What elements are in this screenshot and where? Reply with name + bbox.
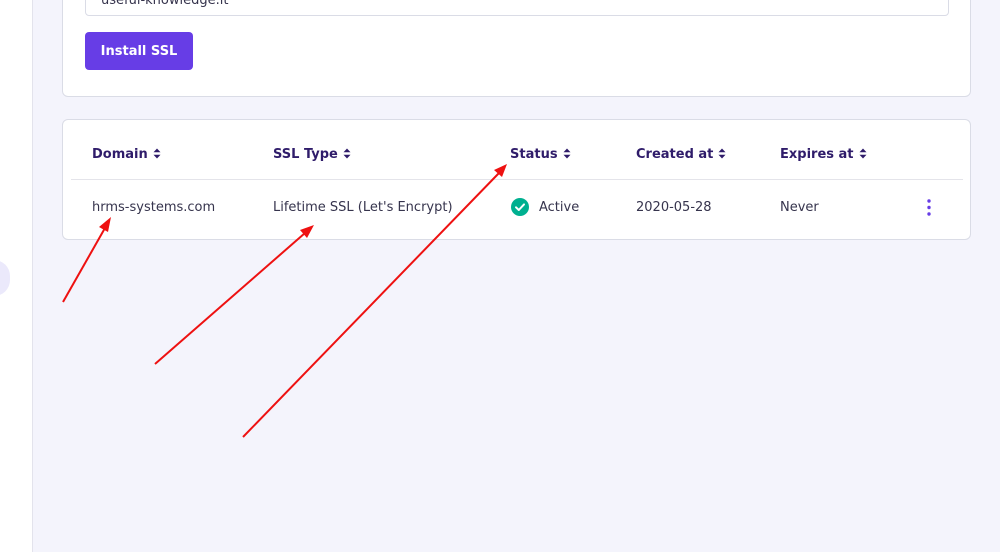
- domain-select-value: useful-knowledge.it: [101, 0, 229, 8]
- sidebar-active-indicator[interactable]: [0, 260, 10, 296]
- column-header-label: Expires at: [780, 147, 854, 162]
- column-header-label: Status: [510, 147, 558, 162]
- domain-select-field[interactable]: useful-knowledge.it: [85, 0, 949, 16]
- sort-arrows-icon: [563, 148, 571, 159]
- column-header-ssl-type[interactable]: SSL Type: [273, 147, 351, 162]
- sort-arrows-icon: [153, 148, 161, 159]
- column-header-label: Domain: [92, 147, 148, 162]
- cell-expires-at: Never: [780, 200, 819, 215]
- install-ssl-button[interactable]: Install SSL: [85, 32, 193, 70]
- install-ssl-card: useful-knowledge.it Install SSL: [62, 0, 971, 97]
- annotation-arrow: [154, 225, 314, 365]
- kebab-menu-icon[interactable]: [921, 198, 937, 218]
- cell-created-at: 2020-05-28: [636, 200, 712, 215]
- column-header-expires-at[interactable]: Expires at: [780, 147, 867, 162]
- cell-ssl-type: Lifetime SSL (Let's Encrypt): [273, 200, 453, 215]
- cell-domain: hrms-systems.com: [92, 200, 216, 215]
- sort-arrows-icon: [343, 148, 351, 159]
- table-divider: [71, 179, 963, 180]
- column-header-status[interactable]: Status: [510, 147, 571, 162]
- column-header-created-at[interactable]: Created at: [636, 147, 726, 162]
- column-header-label: Created at: [636, 147, 714, 162]
- cell-status: Active: [539, 200, 580, 215]
- sidebar: [0, 0, 33, 552]
- sort-arrows-icon: [859, 148, 867, 159]
- column-header-label: SSL Type: [273, 147, 338, 162]
- column-header-domain[interactable]: Domain: [92, 147, 161, 162]
- check-circle-icon: [511, 198, 529, 216]
- sort-arrows-icon: [718, 148, 726, 159]
- ssl-table: Domain SSL Type Status Created at Expire…: [62, 119, 971, 240]
